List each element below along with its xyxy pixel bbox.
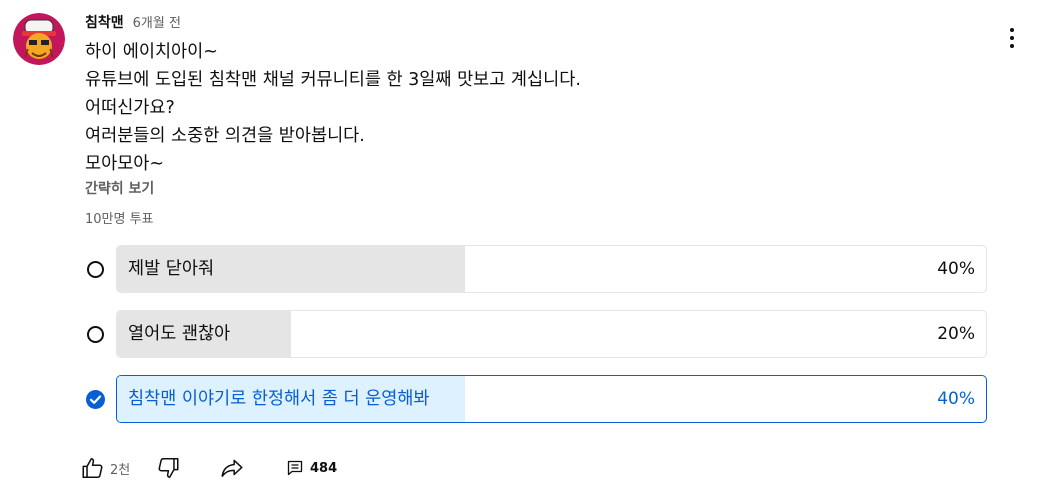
poll-option-box-selected[interactable]: 침착맨 이야기로 한정해서 좀 더 운영해봐 40%: [116, 375, 987, 423]
thumbs-up-icon[interactable]: [80, 455, 106, 481]
poll-option-box[interactable]: 제발 닫아줘 40%: [116, 245, 987, 293]
post-line: 하이 에이치아이~: [85, 42, 218, 62]
poll-option-box[interactable]: 열어도 괜찮아 20%: [116, 310, 987, 358]
poll-option-percent: 40%: [937, 389, 975, 409]
action-bar: 2천 484: [80, 452, 480, 484]
more-vert-icon[interactable]: [1000, 24, 1024, 52]
comment-icon[interactable]: [286, 459, 304, 477]
poll-option-percent: 20%: [937, 324, 975, 344]
poll-vote-count: 10만명 투표: [85, 212, 154, 227]
share-button[interactable]: [218, 452, 246, 484]
poll-option-1[interactable]: 제발 닫아줘 40%: [82, 245, 987, 293]
check-circle-icon[interactable]: [86, 390, 105, 409]
poll-option-label: 열어도 괜찮아: [128, 324, 231, 344]
avatar[interactable]: [13, 13, 65, 65]
comment-count: 484: [310, 460, 338, 476]
post-time[interactable]: 6개월 전: [133, 12, 181, 31]
like-button[interactable]: 2천: [80, 452, 130, 484]
poll-option-3[interactable]: 침착맨 이야기로 한정해서 좀 더 운영해봐 40%: [82, 375, 987, 423]
poll-option-percent: 40%: [937, 259, 975, 279]
poll-option-label: 침착맨 이야기로 한정해서 좀 더 운영해봐: [128, 389, 430, 409]
show-less-button[interactable]: 간략히 보기: [85, 178, 154, 198]
post-line: 모아모아~: [85, 154, 165, 174]
radio-unchecked-icon[interactable]: [87, 261, 104, 278]
post-line: 유튜브에 도입된 침착맨 채널 커뮤니티를 한 3일째 맛보고 계십니다.: [85, 70, 581, 90]
avatar-image: [13, 13, 65, 65]
poll-option-label: 제발 닫아줘: [128, 259, 215, 279]
author-name[interactable]: 침착맨: [85, 12, 124, 32]
thumbs-down-icon[interactable]: [155, 455, 181, 481]
post-line: 어떠신가요?: [85, 98, 175, 118]
poll-option-2[interactable]: 열어도 괜찮아 20%: [82, 310, 987, 358]
share-arrow-icon[interactable]: [218, 455, 246, 481]
radio-unchecked-icon[interactable]: [87, 326, 104, 343]
dislike-button[interactable]: [155, 452, 181, 484]
post-body: 하이 에이치아이~ 유튜브에 도입된 침착맨 채널 커뮤니티를 한 3일째 맛보…: [85, 38, 965, 178]
like-count: 2천: [110, 462, 131, 478]
post-header: 침착맨 6개월 전: [85, 12, 181, 32]
comments-button[interactable]: 484: [286, 452, 337, 484]
post-line: 여러분들의 소중한 의견을 받아봅니다.: [85, 126, 365, 146]
